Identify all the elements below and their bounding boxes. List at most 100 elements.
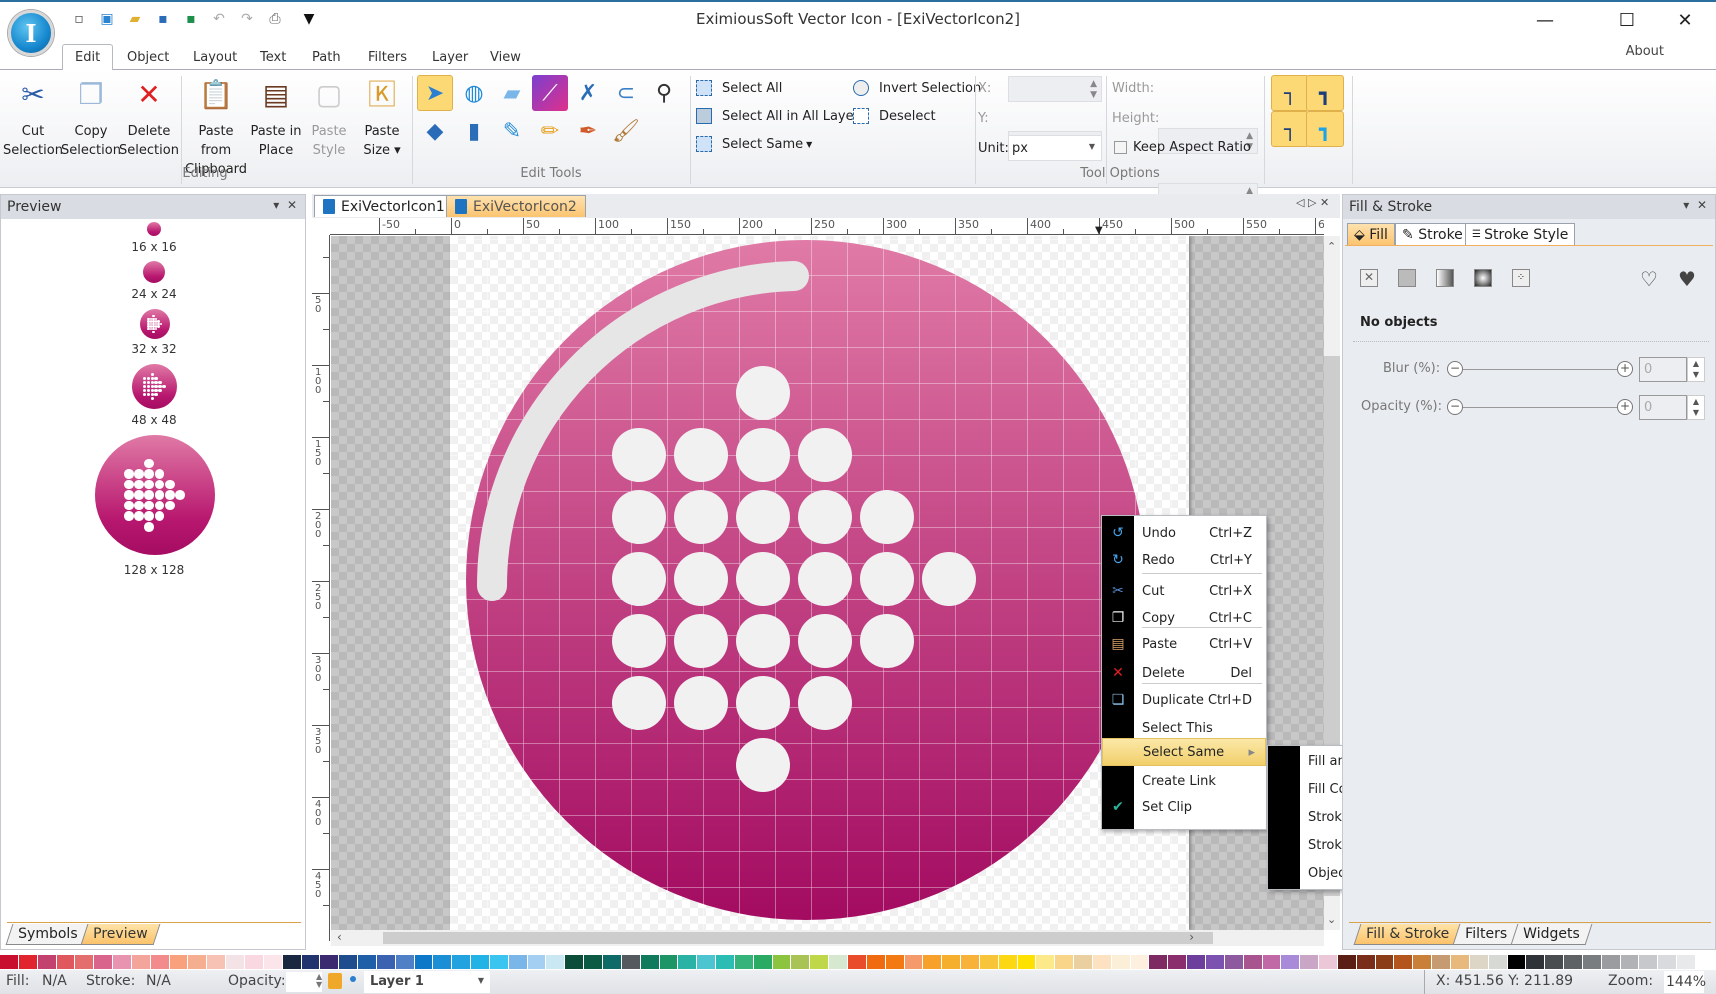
palette-swatch[interactable] — [829, 955, 848, 969]
tab-filters[interactable]: Filters — [1452, 924, 1520, 945]
node-icon[interactable]: ⟋ — [532, 75, 568, 111]
arrow-dot[interactable] — [674, 490, 728, 544]
zoom-icon[interactable]: ⚲ — [646, 75, 682, 111]
copy-selection-button[interactable]: ❐ Copy Selection — [61, 74, 121, 160]
tab-preview[interactable]: Preview — [81, 924, 161, 945]
arrow-dot[interactable] — [798, 552, 852, 606]
palette-swatch[interactable] — [734, 955, 754, 969]
scroll-thumb[interactable] — [383, 932, 1213, 944]
palette-swatch[interactable] — [1526, 955, 1546, 969]
unit-select[interactable]: px ▼ — [1008, 135, 1102, 161]
tab-filters[interactable]: Filters — [356, 44, 419, 70]
paste-style-button[interactable]: ▢ Paste Style — [303, 74, 355, 160]
scroll-right-icon[interactable]: › — [1189, 930, 1194, 944]
palette-swatch[interactable] — [885, 955, 905, 969]
paste-from-clipboard-button[interactable]: 📋 Paste from Clipboard — [183, 74, 249, 179]
palette-swatch[interactable] — [263, 955, 283, 969]
context-menu-item-paste[interactable]: ▤ Paste Ctrl+V — [1102, 630, 1266, 658]
increase-icon[interactable]: + — [1617, 399, 1633, 415]
palette-swatch[interactable] — [1620, 955, 1640, 969]
pen-tool-icon[interactable]: ✒ — [570, 113, 606, 149]
palette-swatch[interactable] — [433, 955, 453, 969]
tab-object[interactable]: Object — [115, 44, 181, 70]
palette-swatch[interactable] — [1601, 955, 1621, 969]
tab-path[interactable]: Path — [300, 44, 353, 70]
close-icon[interactable]: ✕ — [1320, 196, 1329, 209]
palette-swatch[interactable] — [546, 955, 566, 969]
palette-swatch[interactable] — [339, 955, 359, 969]
app-logo-icon[interactable]: I — [8, 10, 54, 56]
context-menu-item-undo[interactable]: ↺ Undo Ctrl+Z — [1102, 519, 1266, 547]
arrow-dot[interactable] — [736, 552, 790, 606]
palette-swatch[interactable] — [1017, 955, 1037, 969]
brush-icon[interactable]: 🖌 — [608, 113, 644, 149]
context-menu-item-set-clip[interactable]: ✔ Set Clip — [1102, 793, 1266, 821]
corner-align-1-icon[interactable]: ┐ — [1271, 75, 1309, 111]
about-link[interactable]: About — [1626, 44, 1664, 59]
no-paint-icon[interactable]: ✕ — [1360, 269, 1378, 287]
palette-swatch[interactable] — [753, 955, 773, 969]
keep-aspect-checkbox[interactable] — [1114, 141, 1127, 154]
arrow-dot[interactable] — [674, 552, 728, 606]
blur-spinner[interactable]: ▲ ▼ — [1687, 357, 1705, 382]
palette-swatch[interactable] — [716, 955, 735, 969]
tab-edit[interactable]: Edit — [62, 44, 114, 71]
palette-swatch[interactable] — [621, 955, 641, 969]
palette-swatch[interactable] — [659, 955, 679, 969]
context-menu-item-copy[interactable]: ❐ Copy Ctrl+C — [1102, 604, 1266, 632]
palette-swatch[interactable] — [1375, 955, 1395, 969]
palette-swatch[interactable] — [94, 955, 114, 969]
fill-rule-evenodd-icon[interactable]: ♡ — [1640, 267, 1658, 291]
opacity-input[interactable]: 0 — [1639, 395, 1687, 420]
palette-swatch[interactable] — [1658, 955, 1678, 969]
spin-down-icon[interactable]: ▼ — [1090, 91, 1097, 100]
paste-in-place-button[interactable]: ▤ Paste in Place — [249, 74, 303, 160]
palette-swatch[interactable] — [1564, 955, 1583, 969]
palette-swatch[interactable] — [527, 955, 547, 969]
flat-color-icon[interactable] — [1398, 269, 1416, 287]
pencil-ruler-icon[interactable]: ✗ — [570, 75, 606, 111]
palette-swatch[interactable] — [1168, 955, 1188, 969]
blur-slider[interactable] — [1463, 369, 1617, 370]
palette-swatch[interactable] — [1206, 955, 1225, 969]
dropdown-icon[interactable]: ▾ — [1683, 198, 1689, 212]
palette-swatch[interactable] — [603, 955, 622, 969]
arrow-dot[interactable] — [674, 676, 728, 730]
palette-swatch[interactable] — [244, 955, 264, 969]
decrease-icon[interactable]: − — [1447, 361, 1463, 377]
tab-prev-icon[interactable]: ◁ — [1296, 196, 1304, 209]
palette-swatch[interactable] — [37, 955, 57, 969]
arrow-dot[interactable] — [860, 614, 914, 668]
palette-swatch[interactable] — [1111, 955, 1131, 969]
icon-artwork[interactable] — [450, 236, 1189, 930]
cut-selection-button[interactable]: ✂ Cut Selection — [3, 74, 63, 160]
arrow-dot[interactable] — [612, 428, 666, 482]
linear-gradient-icon[interactable] — [1436, 269, 1454, 287]
context-menu-item-duplicate[interactable]: ❏ Duplicate Ctrl+D — [1102, 686, 1266, 714]
layer-select[interactable]: Layer 1 ▼ — [364, 971, 490, 993]
context-menu-item-delete[interactable]: ✕ Delete Del — [1102, 659, 1266, 687]
deselect-button[interactable]: Deselect — [853, 106, 936, 126]
palette-swatch[interactable] — [1432, 955, 1451, 969]
palette-swatch[interactable] — [320, 955, 340, 969]
palette-swatch[interactable] — [1130, 955, 1150, 969]
arrow-dot[interactable] — [736, 366, 790, 420]
palette-swatch[interactable] — [1149, 955, 1169, 969]
layer-visibility-icon[interactable] — [350, 976, 356, 982]
arrow-dot[interactable] — [674, 614, 728, 668]
dropdown-icon[interactable]: ▾ — [273, 198, 279, 212]
scroll-left-icon[interactable]: ‹ — [337, 930, 342, 944]
tab-layout[interactable]: Layout — [181, 44, 249, 70]
palette-swatch[interactable] — [584, 955, 603, 969]
palette-swatch[interactable] — [1356, 955, 1376, 969]
palette-swatch[interactable] — [1450, 955, 1470, 969]
palette-swatch[interactable] — [1092, 955, 1112, 969]
palette-swatch[interactable] — [1413, 955, 1433, 969]
palette-swatch[interactable] — [1036, 955, 1056, 969]
palette-swatch[interactable] — [866, 955, 886, 969]
spray-icon[interactable]: ▮ — [456, 113, 492, 149]
palette-swatch[interactable] — [150, 955, 170, 969]
palette-swatch[interactable] — [1243, 955, 1263, 969]
palette-swatch[interactable] — [489, 955, 509, 969]
palette-swatch[interactable] — [1337, 955, 1357, 969]
